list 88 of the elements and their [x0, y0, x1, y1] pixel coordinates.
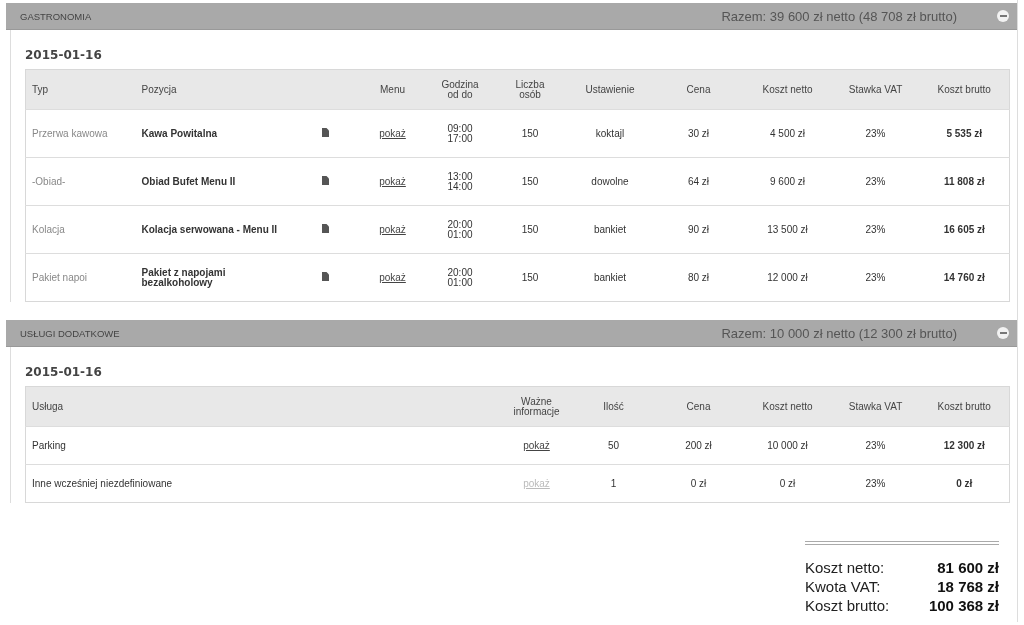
show-link[interactable]: pokaż: [379, 271, 406, 283]
price-text: 64 zł: [687, 175, 710, 187]
section-total: Razem: 39 600 zł netto (48 708 zł brutto): [721, 8, 957, 24]
summary-value: 18 768 zł: [936, 577, 999, 596]
gross-cost: 12 300 zł: [943, 439, 985, 451]
document-icon: [321, 272, 329, 281]
column-header: Liczba osób: [514, 79, 546, 100]
section-total: Razem: 10 000 zł netto (12 300 zł brutto): [721, 325, 957, 341]
price-text: 200 zł: [685, 439, 712, 451]
gross-cost: 5 535 zł: [946, 127, 983, 139]
service-name: Inne wcześniej niezdefiniowane: [32, 477, 173, 489]
time-range: 20:00 01:00: [447, 267, 473, 288]
net-cost: 13 500 zł: [767, 223, 808, 235]
column-header: Koszt brutto: [937, 401, 991, 412]
column-header: Usługa: [32, 401, 64, 412]
setup-text: dowolne: [591, 175, 629, 187]
column-header: Typ: [32, 84, 49, 95]
net-cost: 0 zł: [779, 477, 796, 489]
column-header: Koszt netto: [762, 84, 813, 95]
column-header: Ilość: [603, 401, 624, 412]
persons-count: 150: [521, 175, 539, 187]
time-range: 09:00 17:00: [447, 123, 473, 144]
item-name: Kawa Powitalna: [141, 128, 218, 139]
type-text: Przerwa kawowa: [32, 127, 108, 139]
gross-cost: 14 760 zł: [943, 271, 985, 283]
summary-value: 81 600 zł: [936, 558, 999, 577]
column-header: Cena: [686, 84, 711, 95]
item-name: Obiad Bufet Menu II: [141, 176, 236, 187]
setup-text: koktajl: [595, 127, 625, 139]
net-cost: 4 500 zł: [770, 127, 805, 139]
gross-cost: 0 zł: [956, 477, 973, 489]
gross-cost: 11 808 zł: [943, 175, 985, 187]
setup-text: bankiet: [593, 271, 627, 283]
price-text: 80 zł: [687, 271, 710, 283]
setup-text: bankiet: [593, 223, 627, 235]
date-heading: 2015-01-16: [25, 365, 103, 379]
time-range: 20:00 01:00: [447, 219, 473, 240]
persons-count: 150: [521, 271, 539, 283]
column-header: Koszt brutto: [937, 84, 991, 95]
column-header: Koszt netto: [762, 401, 813, 412]
quantity-text: 50: [607, 439, 620, 451]
vat-rate: 23%: [865, 175, 886, 187]
document-icon: [321, 176, 329, 185]
type-text: Pakiet napoi: [32, 271, 88, 283]
price-text: 30 zł: [687, 127, 710, 139]
type-text: Kolacja: [32, 223, 65, 235]
summary-label: Kwota VAT:: [805, 577, 882, 596]
net-cost: 12 000 zł: [767, 271, 808, 283]
vat-rate: 23%: [865, 439, 886, 451]
column-header: Pozycja: [141, 84, 177, 95]
column-header: Menu: [380, 84, 405, 95]
document-icon: [321, 128, 329, 137]
show-link[interactable]: pokaż: [379, 223, 406, 235]
vat-rate: 23%: [865, 271, 886, 283]
document-icon: [321, 224, 329, 233]
persons-count: 150: [521, 127, 539, 139]
service-name: Parking: [32, 439, 66, 451]
vat-rate: 23%: [865, 477, 886, 489]
time-range: 13:00 14:00: [447, 171, 473, 192]
item-name: Pakiet z napojami bezalkoholowy: [141, 267, 227, 288]
type-text: -Obiad-: [32, 175, 66, 187]
section-title: GASTRONOMIA: [20, 10, 93, 22]
price-text: 0 zł: [690, 477, 707, 489]
column-header: Godzina od do: [440, 79, 480, 100]
summary-label: Koszt brutto:: [805, 596, 891, 615]
show-link[interactable]: pokaż: [523, 439, 550, 451]
column-header: Ustawienie: [585, 84, 635, 95]
collapse-button[interactable]: [997, 327, 1009, 339]
column-header: Cena: [686, 401, 711, 412]
net-cost: 10 000 zł: [767, 439, 808, 451]
summary-label: Koszt netto:: [805, 558, 886, 577]
show-link[interactable]: pokaż: [379, 127, 406, 139]
collapse-button[interactable]: [997, 10, 1009, 22]
column-header: Stawka VAT: [848, 84, 903, 95]
section-title: USŁUGI DODATKOWE: [20, 327, 121, 339]
show-link[interactable]: pokaż: [379, 175, 406, 187]
net-cost: 9 600 zł: [770, 175, 805, 187]
gross-cost: 16 605 zł: [943, 223, 985, 235]
quantity-text: 1: [610, 477, 617, 489]
column-header: Stawka VAT: [848, 401, 903, 412]
persons-count: 150: [521, 223, 539, 235]
item-name: Kolacja serwowana - Menu II: [141, 224, 278, 235]
vat-rate: 23%: [865, 127, 886, 139]
summary-value: 100 368 zł: [928, 596, 999, 615]
date-heading: 2015-01-16: [25, 48, 103, 62]
vat-rate: 23%: [865, 223, 886, 235]
column-header: Ważne informacje: [512, 396, 561, 417]
price-text: 90 zł: [687, 223, 710, 235]
